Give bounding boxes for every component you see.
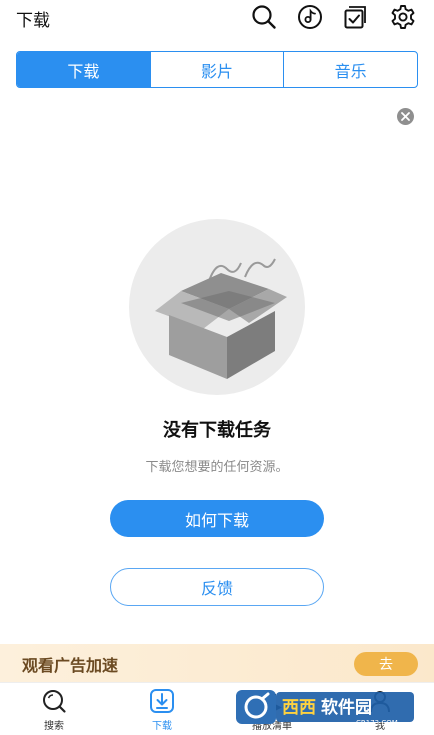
ad-banner-text: 观看广告加速 (22, 656, 119, 675)
nav-item-search[interactable]: 搜索 (14, 687, 94, 733)
settings-icon[interactable] (390, 4, 416, 30)
empty-state-title: 没有下载任务 (163, 420, 271, 441)
close-button[interactable] (397, 108, 414, 125)
app-header: 下载 (0, 0, 434, 34)
feedback-button[interactable]: 反馈 (110, 568, 324, 606)
svg-text:西西: 西西 (282, 698, 316, 718)
empty-state-subtitle: 下载您想要的任何资源。 (145, 460, 289, 475)
download-tabs: 下载 影片 音乐 (16, 51, 418, 88)
svg-text:软件园: 软件园 (321, 697, 372, 718)
checklist-icon[interactable] (343, 4, 369, 30)
watermark-logo: 西西 软件园 CR173.COM (236, 688, 414, 728)
nav-label-downloads: 下载 (152, 721, 172, 732)
close-icon (401, 112, 410, 121)
download-icon (148, 687, 176, 715)
search-icon (40, 687, 68, 715)
ad-go-button[interactable]: 去 (354, 652, 418, 676)
nav-label-search: 搜索 (44, 721, 64, 732)
tab-downloads[interactable]: 下载 (17, 52, 151, 87)
music-disc-icon[interactable] (297, 4, 323, 30)
tab-music[interactable]: 音乐 (284, 52, 417, 87)
page-title: 下载 (16, 11, 50, 31)
open-box-icon (155, 258, 287, 379)
empty-box-illustration (129, 219, 305, 395)
nav-item-downloads[interactable]: 下载 (122, 687, 202, 733)
svg-text:CR173.COM: CR173.COM (356, 719, 398, 727)
tab-movies[interactable]: 影片 (151, 52, 285, 87)
search-icon[interactable] (251, 4, 277, 30)
ad-speedup-banner[interactable]: 观看广告加速 去 (0, 644, 434, 682)
how-to-download-button[interactable]: 如何下载 (110, 500, 324, 537)
